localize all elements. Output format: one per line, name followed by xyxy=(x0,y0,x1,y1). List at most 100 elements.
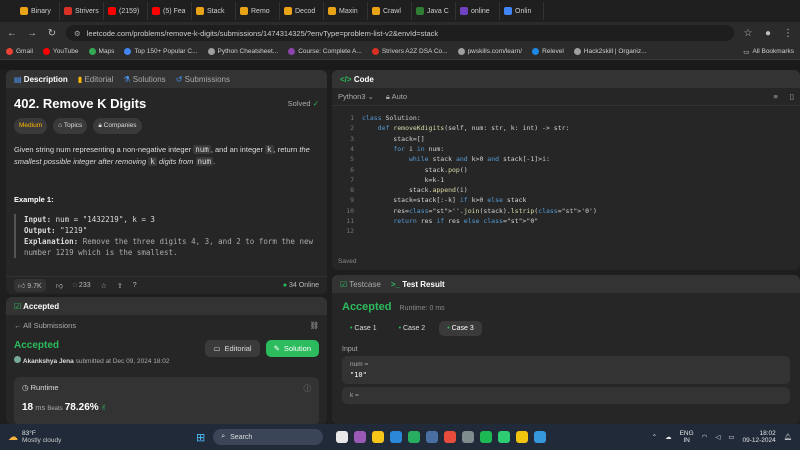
bookmark-item[interactable]: Python Cheatsheet... xyxy=(207,48,278,55)
topics-chip[interactable]: ⌂ Topics xyxy=(53,118,88,134)
taskbar-search[interactable]: ⌕ Search xyxy=(213,429,324,445)
bookmark-item[interactable]: Strivers A2Z DSA Co... xyxy=(371,48,448,55)
browser-tab[interactable]: Binary xyxy=(16,2,60,20)
browser-tab[interactable]: (2159) xyxy=(104,2,148,20)
task-view-icon[interactable] xyxy=(336,431,349,443)
bookmark-item[interactable]: Gmail xyxy=(6,48,33,55)
solution-button[interactable]: ✎ Solution xyxy=(265,340,319,357)
all-bookmarks[interactable]: ▭ All Bookmarks xyxy=(743,48,794,56)
favorite-star-icon[interactable]: ☆ xyxy=(101,282,107,290)
wifi-icon[interactable]: ◠ xyxy=(702,433,708,441)
browser-tab[interactable]: Stack xyxy=(192,2,236,20)
tab-description[interactable]: ▤ Description xyxy=(14,75,68,84)
mcafee-icon[interactable] xyxy=(444,431,457,443)
bookmark-item[interactable]: pwskills.com/learn/ xyxy=(457,48,522,55)
volume-icon[interactable]: ◁ xyxy=(715,433,720,441)
windows-start-icon[interactable]: ⊞ xyxy=(196,431,205,444)
language-select[interactable]: Python3 ⌄ xyxy=(338,92,374,101)
reload-icon[interactable]: ↻ xyxy=(46,28,58,39)
tab-test-result[interactable]: >_ Test Result xyxy=(391,280,445,289)
browser-tab[interactable]: Remo xyxy=(236,2,280,20)
bookmark-item[interactable]: Course: Complete A... xyxy=(288,48,362,55)
battery-icon[interactable]: ▭ xyxy=(728,433,734,441)
bookmark-icon[interactable]: ▯ xyxy=(790,92,794,101)
code-line[interactable]: class Solution: xyxy=(362,114,421,122)
bookmark-star-icon[interactable]: ☆ xyxy=(742,28,754,39)
tab-editorial[interactable]: ▮ Editorial xyxy=(78,75,114,84)
back-arrow-icon[interactable]: ← xyxy=(6,28,18,39)
url-field[interactable]: ⚙ leetcode.com/problems/remove-k-digits/… xyxy=(66,25,734,41)
comments-button[interactable]: ◌ 233 xyxy=(73,282,91,289)
site-info-icon[interactable]: ⚙ xyxy=(74,29,81,38)
bookmark-item[interactable]: Relevel xyxy=(532,48,564,55)
case-tab-3[interactable]: • Case 3 xyxy=(439,321,482,336)
case-tab-2[interactable]: • Case 2 xyxy=(391,321,434,336)
code-line[interactable]: stack.append(i) xyxy=(362,186,468,194)
code-line[interactable]: stack.pop() xyxy=(362,166,468,174)
dislike-button[interactable]: 👎︎ xyxy=(56,281,63,290)
editorial-button[interactable]: ▭ Editorial xyxy=(205,340,260,357)
tab-solutions[interactable]: ⚗ Solutions xyxy=(123,75,165,84)
browser-tab[interactable]: Java C xyxy=(412,2,456,20)
browser-tab[interactable]: Crawl xyxy=(368,2,412,20)
menu-icon[interactable]: ⋮ xyxy=(782,28,794,39)
cloud-icon[interactable]: ☁ xyxy=(665,433,672,441)
chevron-up-icon[interactable]: ⌃ xyxy=(652,433,657,441)
bookmark-item[interactable]: Maps xyxy=(88,48,114,55)
code-line[interactable]: stack=[] xyxy=(362,135,424,143)
store-icon[interactable] xyxy=(408,431,421,443)
chrome-alt-icon[interactable] xyxy=(498,431,511,443)
app-icon[interactable] xyxy=(426,431,439,443)
bookmark-item[interactable]: Top 150+ Popular C... xyxy=(124,48,198,55)
forward-arrow-icon[interactable]: → xyxy=(26,28,38,39)
code-line[interactable]: def removeKdigits(self, num: str, k: int… xyxy=(362,124,570,132)
code-line[interactable]: res=class="st">''.join(stack).lstrip(cla… xyxy=(362,207,597,215)
code-editor[interactable]: 1 class Solution: 2 def removeKdigits(self… xyxy=(332,106,800,266)
browser-tab[interactable]: Maxin xyxy=(324,2,368,20)
info-icon[interactable]: ⓘ xyxy=(304,383,312,394)
weather-widget[interactable]: ☁ 83°F Mostly cloudy xyxy=(8,430,158,444)
code-line[interactable]: k=k-1 xyxy=(362,176,445,184)
bookmark-item[interactable]: YouTube xyxy=(42,48,79,55)
edge-icon[interactable] xyxy=(390,431,403,443)
problem-statement: Given string num representing a non-nega… xyxy=(14,145,310,166)
browser-tab[interactable]: (5) Fea xyxy=(148,2,192,20)
spotify-icon[interactable] xyxy=(480,431,493,443)
link-icon[interactable]: ⛓ xyxy=(309,321,319,330)
tab-testcase[interactable]: ☑ Testcase xyxy=(340,280,381,289)
auto-toggle[interactable]: 🔒︎ Auto xyxy=(386,92,407,102)
tab-favicon-icon xyxy=(416,7,424,15)
copilot-icon[interactable] xyxy=(354,431,367,443)
browser-tab[interactable]: Decod xyxy=(280,2,324,20)
username[interactable]: Akankshya Jena xyxy=(23,358,74,365)
checkbox-icon: ☑ xyxy=(340,279,348,289)
share-icon[interactable]: ⇪ xyxy=(117,282,123,290)
notification-bell-icon[interactable]: 🔔︎ xyxy=(784,433,792,441)
code-line[interactable]: while stack and k>0 and stack[-1]>i: xyxy=(362,155,550,163)
browser-tab[interactable]: online xyxy=(456,2,500,20)
like-button[interactable]: 👍︎ 9.7K xyxy=(14,279,46,292)
code-line[interactable]: return res if res else class="st">"0" xyxy=(362,217,538,225)
file-explorer-icon[interactable] xyxy=(372,431,385,443)
companies-chip[interactable]: 🔒︎ Companies xyxy=(93,118,142,134)
language-indicator[interactable]: ENG IN xyxy=(680,430,694,444)
case-tab-1[interactable]: • Case 1 xyxy=(342,321,385,336)
tab-submissions[interactable]: ↺ Submissions xyxy=(176,75,230,84)
chrome-icon[interactable] xyxy=(516,431,529,443)
tab-accepted[interactable]: ☑ Accepted xyxy=(14,302,59,311)
all-submissions-link[interactable]: ← All Submissions xyxy=(14,321,76,330)
code-line[interactable]: for i in num: xyxy=(362,145,444,153)
clock[interactable]: 18:02 09-12-2024 xyxy=(742,430,775,444)
bookmark-favicon-icon xyxy=(207,48,215,55)
format-icon[interactable]: ≡ xyxy=(773,92,777,101)
tab-code[interactable]: </> Code xyxy=(340,75,374,84)
code-line[interactable]: stack=stack[:-k] if k>0 else stack xyxy=(362,196,526,204)
help-icon[interactable]: ? xyxy=(133,282,137,289)
teams-icon[interactable] xyxy=(462,431,475,443)
todo-icon[interactable] xyxy=(534,431,547,443)
runtime-card[interactable]: ◷ Runtime ⓘ 18 ms Beats 78.26% ✌ xyxy=(14,377,319,424)
profile-icon[interactable]: ● xyxy=(762,28,774,39)
bookmark-item[interactable]: Hack2skill | Organiz... xyxy=(573,48,647,55)
browser-tab[interactable]: Onlin xyxy=(500,2,544,20)
browser-tab[interactable]: Strivers xyxy=(60,2,104,20)
